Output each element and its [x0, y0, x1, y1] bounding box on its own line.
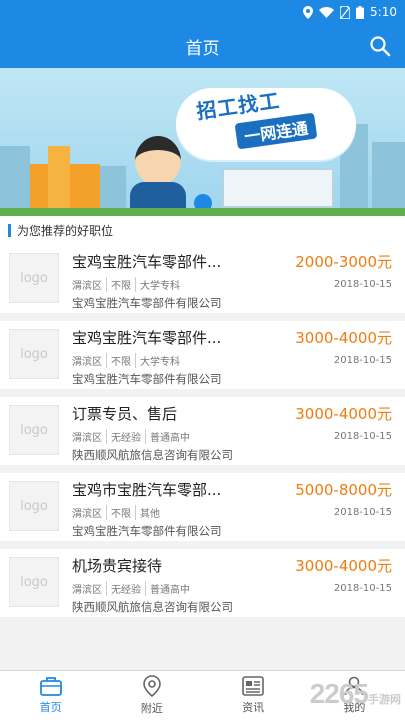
section-title: 为您推荐的好职位: [17, 224, 114, 238]
app-bar: 首页: [0, 24, 405, 68]
job-title: 订票专员、售后: [72, 405, 178, 423]
watermark-number: 2265: [309, 678, 369, 709]
company-logo-placeholder: logo: [9, 481, 59, 531]
job-title: 宝鸡宝胜汽车零部件...: [72, 253, 222, 271]
status-bar: 5:10: [0, 0, 405, 24]
job-date: 2018-10-15: [333, 507, 392, 518]
nav-tab-nearby[interactable]: 附近: [101, 671, 202, 720]
nav-tab-home[interactable]: 首页: [0, 671, 101, 720]
banner-orange-tower: [48, 146, 70, 208]
job-tag-education: 大学专科: [135, 277, 184, 292]
job-tag-experience: 无经验: [106, 429, 145, 444]
job-date: 2018-10-15: [333, 279, 392, 290]
job-card[interactable]: logo 机场贵宾接待 3000-4000元 渭滨区 无经验 普通高中 2018…: [0, 549, 405, 617]
nav-label: 首页: [39, 701, 62, 714]
job-tags: 渭滨区 无经验 普通高中: [72, 581, 194, 596]
clock: 5:10: [370, 5, 397, 19]
company-logo-placeholder: logo: [9, 405, 59, 455]
job-card[interactable]: logo 订票专员、售后 3000-4000元 渭滨区 无经验 普通高中 201…: [0, 397, 405, 465]
job-tags: 渭滨区 不限 其他: [72, 505, 164, 520]
job-salary: 3000-4000元: [295, 557, 392, 575]
wifi-icon: [319, 7, 335, 18]
battery-icon: [356, 5, 365, 19]
job-tag-experience: 无经验: [106, 581, 145, 596]
job-date: 2018-10-15: [333, 583, 392, 594]
nav-label: 资讯: [242, 701, 265, 714]
job-date: 2018-10-15: [333, 431, 392, 442]
job-company: 宝鸡宝胜汽车零部件有限公司: [72, 296, 222, 310]
company-logo-placeholder: logo: [9, 557, 59, 607]
job-tag-district: 渭滨区: [72, 585, 102, 596]
newspaper-icon: [242, 676, 264, 696]
job-company: 宝鸡宝胜汽车零部件有限公司: [72, 524, 222, 538]
nav-tab-news[interactable]: 资讯: [203, 671, 304, 720]
no-sim-icon: [340, 5, 351, 19]
nav-label: 附近: [140, 702, 163, 715]
site-watermark: 2265手游网: [310, 678, 401, 710]
job-tag-education: 普通高中: [145, 429, 194, 444]
job-card[interactable]: logo 宝鸡宝胜汽车零部件... 3000-4000元 渭滨区 不限 大学专科…: [0, 321, 405, 389]
job-salary: 5000-8000元: [295, 481, 392, 499]
recommended-jobs-header: 为您推荐的好职位: [0, 216, 405, 246]
job-salary: 2000-3000元: [295, 253, 392, 271]
job-tag-experience: 不限: [106, 277, 135, 292]
location-icon: [303, 5, 314, 19]
job-company: 陕西顺风航旅信息咨询有限公司: [72, 600, 233, 614]
job-date: 2018-10-15: [333, 355, 392, 366]
job-tag-district: 渭滨区: [72, 433, 102, 444]
job-card[interactable]: logo 宝鸡市宝胜汽车零部... 5000-8000元 渭滨区 不限 其他 2…: [0, 473, 405, 541]
section-accent-bar: [8, 224, 11, 237]
job-tags: 渭滨区 不限 大学专科: [72, 277, 184, 292]
job-card[interactable]: logo 宝鸡宝胜汽车零部件... 2000-3000元 渭滨区 不限 大学专科…: [0, 245, 405, 313]
search-icon[interactable]: [369, 35, 391, 57]
job-title: 宝鸡市宝胜汽车零部...: [72, 481, 222, 499]
job-title: 宝鸡宝胜汽车零部件...: [72, 329, 222, 347]
promo-banner[interactable]: 招工找工 一网连通: [0, 68, 405, 216]
job-title: 机场贵宾接待: [72, 557, 163, 575]
banner-building: [372, 142, 405, 216]
company-logo-placeholder: logo: [9, 329, 59, 379]
job-tags: 渭滨区 不限 大学专科: [72, 353, 184, 368]
banner-ground: [0, 208, 405, 216]
job-tag-education: 大学专科: [135, 353, 184, 368]
job-tag-district: 渭滨区: [72, 509, 102, 520]
banner-building: [0, 146, 30, 216]
job-tags: 渭滨区 无经验 普通高中: [72, 429, 194, 444]
location-pin-icon: [143, 675, 161, 697]
job-company: 陕西顺风航旅信息咨询有限公司: [72, 448, 233, 462]
page-title: 首页: [185, 38, 220, 59]
job-tag-experience: 不限: [106, 505, 135, 520]
briefcase-icon: [39, 677, 62, 696]
job-tag-district: 渭滨区: [72, 281, 102, 292]
watermark-sub: 手游网: [368, 694, 401, 706]
job-tag-experience: 不限: [106, 353, 135, 368]
job-tag-district: 渭滨区: [72, 357, 102, 368]
job-tag-education: 其他: [135, 505, 164, 520]
job-tag-education: 普通高中: [145, 581, 194, 596]
banner-person-head: [135, 136, 181, 186]
banner-office-building: [222, 168, 334, 208]
company-logo-placeholder: logo: [9, 253, 59, 303]
job-salary: 3000-4000元: [295, 405, 392, 423]
job-company: 宝鸡宝胜汽车零部件有限公司: [72, 372, 222, 386]
job-salary: 3000-4000元: [295, 329, 392, 347]
